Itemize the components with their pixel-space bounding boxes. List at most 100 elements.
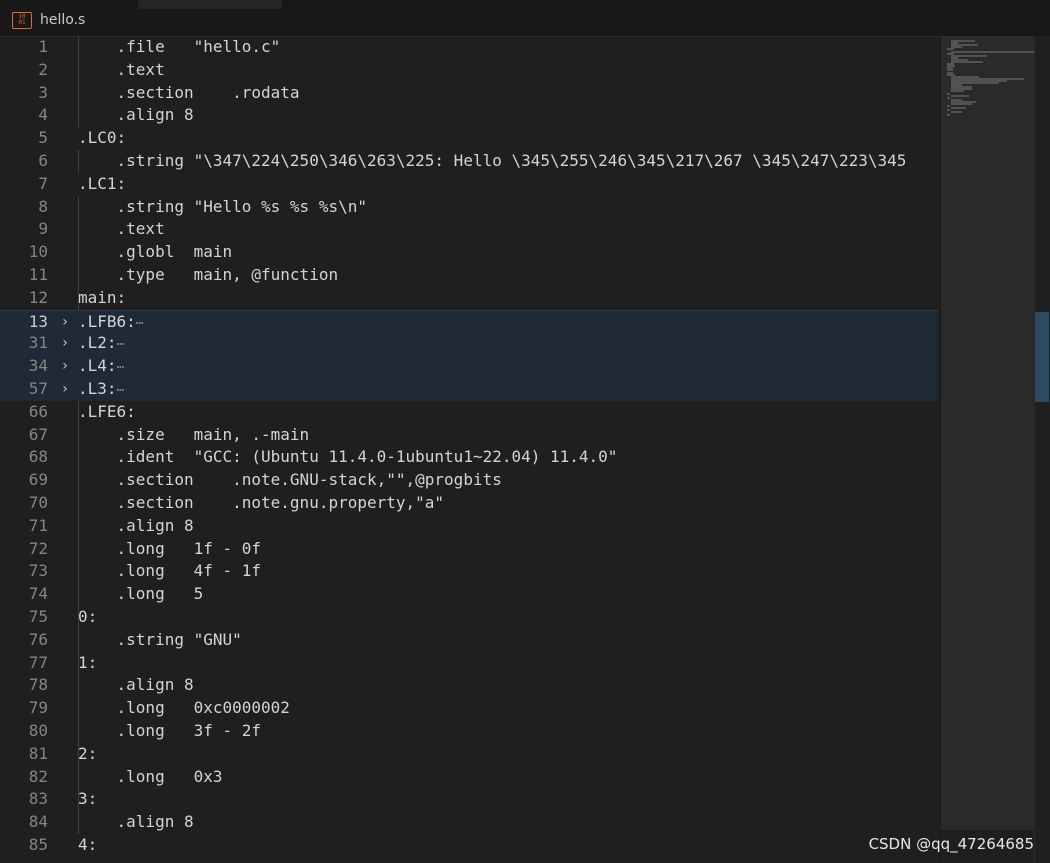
code-line[interactable]: 74 .long 5 xyxy=(0,583,938,606)
folded-line[interactable]: 57 › .L3:⋯ xyxy=(0,378,938,401)
line-number: 6 xyxy=(38,151,48,170)
code-text: .long 4f - 1f xyxy=(78,560,262,583)
line-number: 66 xyxy=(28,401,48,421)
code-editor[interactable]: 1 .file "hello.c" 2 .text 3 .section .roda… xyxy=(0,36,938,863)
line-number: 84 xyxy=(28,812,48,832)
chevron-right-icon[interactable]: › xyxy=(58,332,72,355)
folded-line[interactable]: 34 › .L4:⋯ xyxy=(0,355,938,378)
indent-guide xyxy=(78,195,79,310)
code-text: .L2:⋯ xyxy=(78,332,124,357)
code-text: 4: xyxy=(78,834,97,857)
file-icon-glyph: 10 01 xyxy=(18,13,26,26)
code-text: .align 8 xyxy=(78,811,194,834)
code-content: 4: xyxy=(78,835,98,854)
code-text: .type main, @function xyxy=(78,264,339,287)
folded-line[interactable]: 13 › .LFB6:⋯ xyxy=(0,309,938,334)
line-number: 34 xyxy=(28,356,48,376)
code-line[interactable]: 10 .globl main xyxy=(0,241,938,264)
code-content: .align 8 xyxy=(78,812,194,832)
code-line[interactable]: 79 .long 0xc0000002 xyxy=(0,697,938,720)
line-number: 80 xyxy=(28,721,48,740)
line-number: 12 xyxy=(28,287,48,307)
line-number: 5 xyxy=(38,128,48,148)
chevron-right-icon[interactable]: › xyxy=(58,355,72,378)
code-line[interactable]: 66 .LFE6: xyxy=(0,401,938,424)
code-content: .long 5 xyxy=(78,584,204,604)
line-number: 9 xyxy=(38,219,48,239)
code-content: main: xyxy=(78,287,127,307)
tab-hello-s[interactable]: 10 01 hello.s xyxy=(0,0,138,36)
code-line[interactable]: 69 .section .note.GNU-stack,"",@progbits xyxy=(0,469,938,492)
code-line[interactable]: 9 .text xyxy=(0,218,938,241)
minimap-slider[interactable] xyxy=(941,36,1035,830)
code-line[interactable]: 12 main: xyxy=(0,287,938,310)
indent-guide xyxy=(78,36,79,128)
minimap-line xyxy=(947,105,950,108)
line-number: 82 xyxy=(28,766,48,786)
line-number: 31 xyxy=(28,333,48,353)
code-text: .section .note.gnu.property,"a" xyxy=(78,492,445,515)
code-line[interactable]: 6 .string "\347\224\250\346\263\225: Hel… xyxy=(0,150,938,173)
code-line[interactable]: 11 .type main, @function xyxy=(0,264,938,287)
code-line[interactable]: 73 .long 4f - 1f xyxy=(0,560,938,583)
code-line[interactable]: 78 .align 8 xyxy=(0,674,938,697)
code-line[interactable]: 72 .long 1f - 0f xyxy=(0,538,938,561)
fold-ellipsis[interactable]: ⋯ xyxy=(117,337,125,352)
code-text: .L4:⋯ xyxy=(78,355,124,380)
code-line[interactable]: 4 .align 8 xyxy=(0,104,938,127)
indent-guide xyxy=(78,788,79,834)
code-content: .section .note.gnu.property,"a" xyxy=(78,493,445,512)
code-text: .long 1f - 0f xyxy=(78,538,262,561)
code-content: .text xyxy=(78,59,165,79)
code-content: .L2: xyxy=(78,333,117,353)
code-content: .L3: xyxy=(78,379,117,398)
code-line[interactable]: 82 .long 0x3 xyxy=(0,766,938,789)
line-number: 11 xyxy=(28,265,48,284)
code-line[interactable]: 70 .section .note.gnu.property,"a" xyxy=(0,492,938,515)
code-line[interactable]: 77 1: xyxy=(0,652,938,675)
fold-ellipsis[interactable]: ⋯ xyxy=(117,360,125,375)
code-line[interactable]: 80 .long 3f - 2f xyxy=(0,720,938,743)
line-number: 75 xyxy=(28,607,48,626)
minimap[interactable] xyxy=(940,36,1035,863)
code-line[interactable]: 2 .text xyxy=(0,59,938,82)
code-line[interactable]: 83 3: xyxy=(0,788,938,811)
folded-line[interactable]: 31 › .L2:⋯ xyxy=(0,332,938,357)
code-line[interactable]: 67 .size main, .-main xyxy=(0,424,938,447)
code-text: .long 0x3 xyxy=(78,766,223,789)
code-line[interactable]: 71 .align 8 xyxy=(0,515,938,538)
code-content: .align 8 xyxy=(78,515,194,535)
minimap-line xyxy=(951,61,984,63)
code-content: .section .rodata xyxy=(78,82,300,102)
code-content: .file "hello.c" xyxy=(78,37,281,56)
line-number: 71 xyxy=(28,515,48,535)
code-content: .text xyxy=(78,219,165,239)
minimap-line xyxy=(947,113,950,116)
code-line[interactable]: 85 4: xyxy=(0,834,938,857)
minimap-line xyxy=(951,90,964,93)
chevron-right-icon[interactable]: › xyxy=(58,311,72,334)
fold-ellipsis[interactable]: ⋯ xyxy=(117,383,125,398)
code-content: .LFB6: xyxy=(78,311,136,331)
code-line[interactable]: 84 .align 8 xyxy=(0,811,938,834)
code-line[interactable]: 5 .LC0: xyxy=(0,127,938,150)
code-content: 3: xyxy=(78,789,98,809)
code-line[interactable]: 3 .section .rodata xyxy=(0,82,938,105)
fold-ellipsis[interactable]: ⋯ xyxy=(136,316,144,331)
code-line[interactable]: 81 2: xyxy=(0,743,938,766)
code-content: .string "Hello %s %s %s\n" xyxy=(78,196,367,216)
code-content: .long 3f - 2f xyxy=(78,721,262,740)
code-line[interactable]: 7 .LC1: xyxy=(0,173,938,196)
code-line[interactable]: 1 .file "hello.c" xyxy=(0,36,938,59)
minimap-line xyxy=(951,103,972,105)
chevron-right-icon[interactable]: › xyxy=(58,378,72,401)
vertical-scrollbar[interactable] xyxy=(1034,36,1050,863)
code-text: .file "hello.c" xyxy=(78,36,281,59)
code-text: 3: xyxy=(78,788,97,811)
line-number: 72 xyxy=(28,538,48,558)
code-line[interactable]: 76 .string "GNU" xyxy=(0,629,938,652)
code-line[interactable]: 75 0: xyxy=(0,606,938,629)
code-line[interactable]: 8 .string "Hello %s %s %s\n" xyxy=(0,196,938,219)
line-number: 67 xyxy=(28,424,48,444)
code-line[interactable]: 68 .ident "GCC: (Ubuntu 11.4.0-1ubuntu1~… xyxy=(0,446,938,469)
